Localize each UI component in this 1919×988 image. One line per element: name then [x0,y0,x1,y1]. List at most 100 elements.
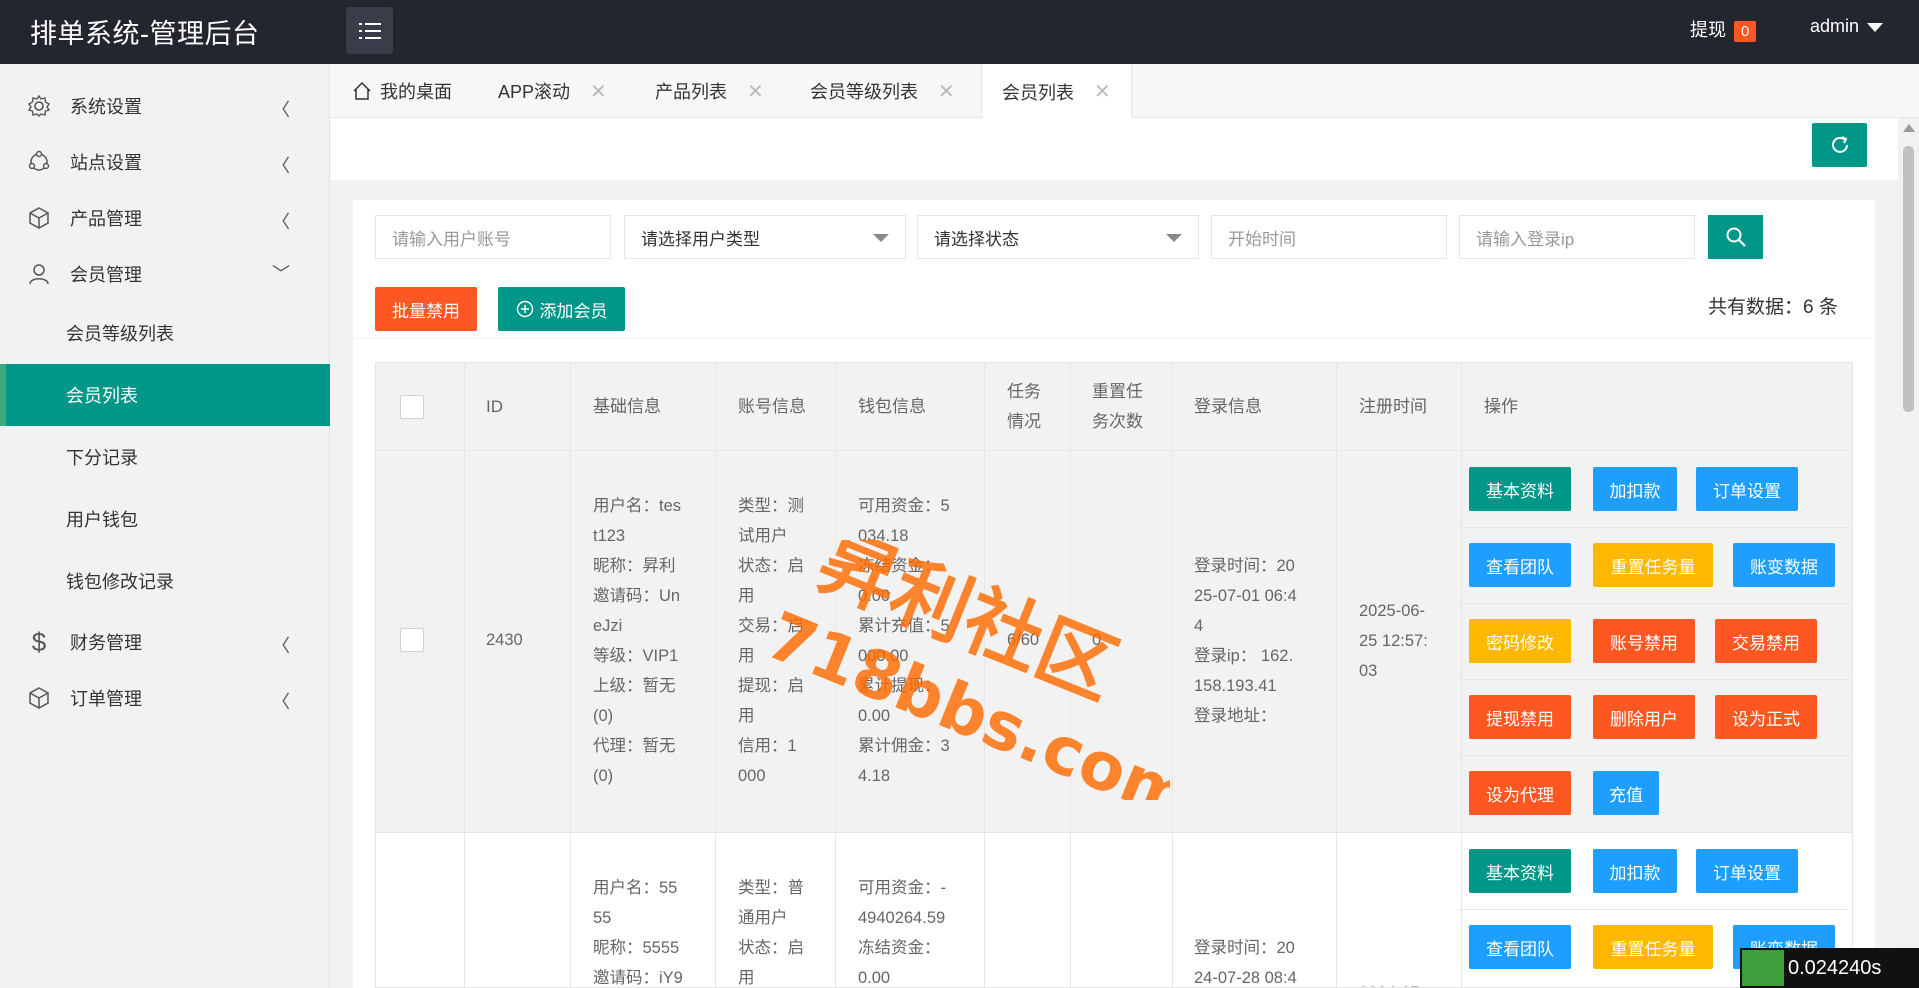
withdraw-link[interactable]: 提现 0 [1690,16,1757,42]
start-time-input[interactable]: 开始时间 [1211,215,1447,259]
column-separator [1336,363,1337,987]
sidebar-item-label: 系统设置 [70,97,142,117]
sidebar-item-label: 站点设置 [70,153,142,173]
table-row: 2430 用户名：tes t123 昵称：昇利 邀请码：Un eJzi 等级：V… [376,451,1852,833]
withdraw-count-badge: 0 [1734,21,1757,42]
recharge-button[interactable]: 充值 [1593,771,1659,815]
tab-app-scroll[interactable]: APP滚动 ✕ [498,64,607,118]
ops-divider [1459,527,1849,528]
account-changes-button[interactable]: 账变数据 [1733,543,1835,587]
member-table: ID 基础信息 账号信息 钱包信息 任务 情况 重置任 务次数 登录信息 注册时… [375,362,1853,988]
app-title: 排单系统-管理后台 [30,19,260,49]
sidebar-subitem-user-wallet[interactable]: 用户钱包 [0,488,330,550]
column-header-wallet: 钱包信息 [858,397,926,416]
search-icon [1726,227,1746,247]
row-account-info: 类型：普 通用户 状态：启 用 [738,879,804,987]
column-separator [570,363,571,987]
column-header-reset: 重置任 务次数 [1092,382,1143,431]
user-menu[interactable]: admin [1810,16,1884,37]
sidebar-subitem-member-levels[interactable]: 会员等级列表 [0,302,330,364]
refresh-button[interactable] [1812,123,1867,167]
close-icon[interactable]: ✕ [747,79,764,104]
close-icon[interactable]: ✕ [1094,79,1111,104]
reset-task-button[interactable]: 重置任务量 [1593,925,1713,969]
adjust-balance-button[interactable]: 加扣款 [1593,467,1677,511]
chevron-left-icon: 〈 [272,636,290,656]
tab-label: 会员等级列表 [810,82,918,102]
dollar-icon: $ [31,626,47,657]
disable-trading-button[interactable]: 交易禁用 [1715,619,1817,663]
tab-bar: 我的桌面 APP滚动 ✕ 产品列表 ✕ 会员等级列表 ✕ 会员列表 ✕ [330,64,1919,119]
sidebar-subitem-member-list[interactable]: 会员列表 [0,364,330,426]
sidebar-item-member-management[interactable]: 会员管理 ﹀ [0,246,330,302]
column-header-basic: 基础信息 [593,397,661,416]
tab-label: 我的桌面 [380,82,452,102]
view-team-button[interactable]: 查看团队 [1469,925,1571,969]
column-separator [835,363,836,987]
sidebar-item-site-settings[interactable]: 站点设置 〈 [0,134,330,190]
select-all-checkbox[interactable] [400,395,424,419]
account-search-input[interactable]: 请输入用户账号 [375,215,611,259]
tab-my-desktop[interactable]: 我的桌面 [352,64,452,118]
network-icon [26,149,52,175]
disable-account-button[interactable]: 账号禁用 [1593,619,1695,663]
sidebar-item-label: 会员管理 [70,265,142,285]
change-password-button[interactable]: 密码修改 [1469,619,1571,663]
scrollbar-thumb[interactable] [1903,146,1914,412]
order-settings-button[interactable]: 订单设置 [1696,849,1798,893]
close-icon[interactable]: ✕ [590,79,607,104]
set-agent-button[interactable]: 设为代理 [1469,771,1571,815]
tab-label: 产品列表 [655,82,727,102]
row-wallet-info: 可用资金：5 034.18 冻结资金： 0.00 累计充值：5 000.00 累… [858,497,950,785]
chevron-left-icon: 〈 [272,212,290,232]
user-type-select[interactable]: 请选择用户类型 [624,215,906,259]
login-ip-input[interactable]: 请输入登录ip [1459,215,1695,259]
ops-divider [1459,755,1849,756]
toolstrip [330,118,1900,180]
column-separator [1461,363,1462,987]
sidebar-item-order-management[interactable]: 订单管理 〈 [0,670,330,726]
sidebar-item-finance-management[interactable]: $ 财务管理 〈 [0,614,330,670]
sidebar-subitem-label: 会员等级列表 [66,324,174,344]
tab-member-list[interactable]: 会员列表 ✕ [981,64,1132,119]
basic-profile-button[interactable]: 基本资料 [1469,467,1571,511]
status-select[interactable]: 请选择状态 [917,215,1199,259]
set-official-button[interactable]: 设为正式 [1715,695,1817,739]
add-member-label: 添加会员 [539,301,608,321]
row-wallet-info: 可用资金：- 4940264.59 冻结资金： 0.00 [858,879,946,987]
search-button[interactable] [1708,215,1763,259]
delete-user-button[interactable]: 删除用户 [1593,695,1695,739]
batch-disable-button[interactable]: 批量禁用 [375,287,477,331]
plus-circle-icon [516,300,533,318]
add-member-button[interactable]: 添加会员 [498,287,625,331]
timer-value: 0.024240s [1788,956,1882,979]
basic-profile-button[interactable]: 基本资料 [1469,849,1571,893]
column-separator [1070,363,1071,987]
view-team-button[interactable]: 查看团队 [1469,543,1571,587]
page-scrollbar[interactable] [1898,118,1919,988]
tab-member-levels[interactable]: 会员等级列表 ✕ [810,64,955,118]
column-header-task: 任务 情况 [1007,382,1041,431]
menu-toggle-button[interactable] [346,7,393,54]
close-icon[interactable]: ✕ [938,79,955,104]
cube-icon [26,685,52,711]
sidebar-subitem-wallet-change-log[interactable]: 钱包修改记录 [0,550,330,612]
sidebar-item-product-management[interactable]: 产品管理 〈 [0,190,330,246]
chevron-left-icon: 〈 [272,692,290,712]
table-row: 用户名：55 55 昵称：5555 邀请码：iY9 类型：普 通用户 状态：启 … [376,833,1852,987]
chevron-left-icon: 〈 [272,100,290,120]
sidebar-item-system-settings[interactable]: 系统设置 〈 [0,78,330,134]
row-checkbox[interactable] [400,628,424,652]
reset-task-button[interactable]: 重置任务量 [1593,543,1713,587]
scroll-up-icon[interactable] [1903,124,1915,132]
adjust-balance-button[interactable]: 加扣款 [1593,849,1677,893]
dropdown-arrow-icon [1166,234,1182,242]
disable-withdraw-button[interactable]: 提现禁用 [1469,695,1571,739]
sidebar-subitem-downscore-records[interactable]: 下分记录 [0,426,330,488]
order-settings-button[interactable]: 订单设置 [1696,467,1798,511]
debug-timer: 0.024240s [1740,948,1919,988]
tab-product-list[interactable]: 产品列表 ✕ [655,64,764,118]
gear-icon [26,93,52,119]
sidebar-item-label: 财务管理 [70,633,142,653]
ops-divider [1459,603,1849,604]
